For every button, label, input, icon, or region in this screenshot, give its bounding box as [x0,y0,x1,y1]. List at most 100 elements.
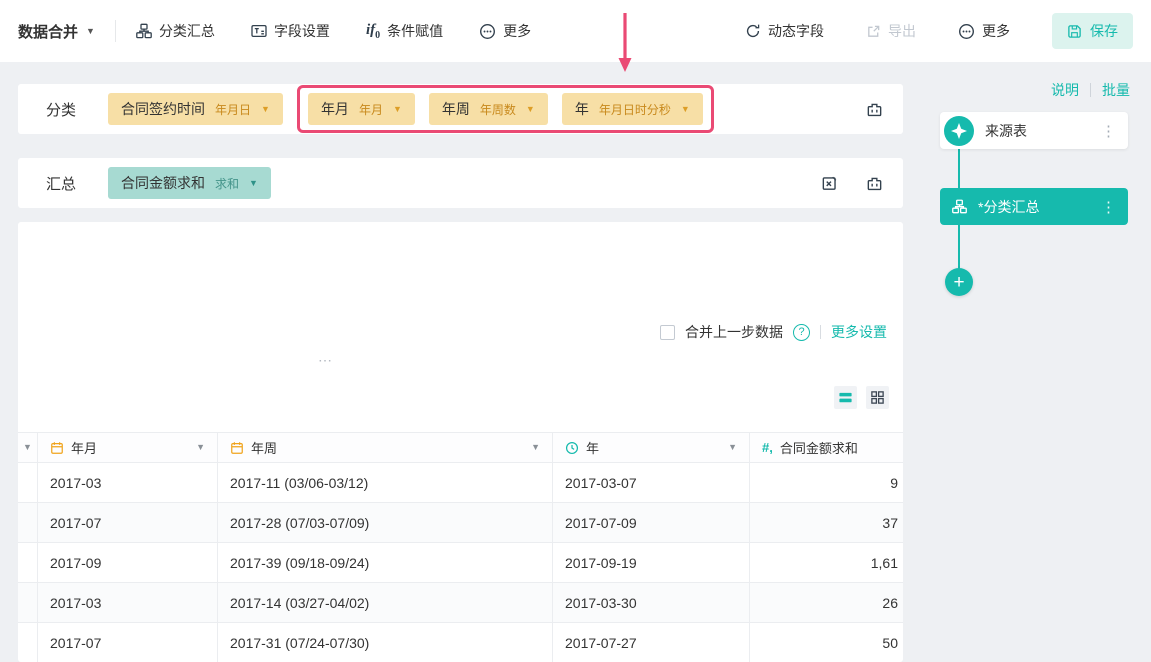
table-cell: 2017-07 [38,503,218,542]
table-cell: 2017-03 [38,463,218,502]
category-row-icons [866,101,889,118]
node-label: 来源表 [985,122,1027,139]
clock-icon [565,441,579,454]
toolbar-item-more-right[interactable]: 更多 [958,21,1010,41]
tag-name: 合同签约时间 [121,101,205,117]
clear-summary-icon[interactable] [866,175,883,192]
resize-handle-icon[interactable]: ⋯ [318,352,334,369]
field-tag-contract-amount-sum[interactable]: 合同金额求和 求和 ▼ [108,167,271,199]
table-cell [18,503,38,542]
table-cell: 2017-09 [38,543,218,582]
field-tag-year-week[interactable]: 年周 年周数 ▼ [428,93,548,125]
toolbar-item-label: 动态字段 [768,23,824,39]
data-merge-label: 数据合并 [18,23,79,41]
table-cell: 2017-31 (07/24-07/30) [218,623,553,662]
chevron-down-icon: ▼ [261,103,270,114]
category-panel: 分类 合同签约时间 年月日 ▼ 年月 年月 ▼ 年周 年周数 ▼ 年 年月日时分… [18,84,903,134]
field-tag-year-month[interactable]: 年月 年月 ▼ [307,93,415,125]
table-cell [18,583,38,622]
remove-aggregation-icon[interactable] [821,175,838,192]
tag-type: 年周数 [479,102,516,117]
source-table-icon [944,115,974,146]
grid-view-icon [871,391,884,404]
export-icon [868,25,880,37]
toolbar-item-label: 导出 [888,23,916,39]
summary-panel: 汇总 合同金额求和 求和 ▼ [18,158,903,208]
table-cell: 2017-14 (03/27-04/02) [218,583,553,622]
table-header-amount-sum[interactable]: #, 合同金额求和 [750,433,903,462]
table-cell: 2017-09-19 [553,543,750,582]
table-cell [18,543,38,582]
flow-node-category-summary[interactable]: *分类汇总 ⋮ [940,188,1128,225]
toolbar-item-field-settings[interactable]: 字段设置 [251,21,330,41]
help-icon[interactable]: ? [793,323,810,341]
table-header-truncated[interactable]: ▼ [18,433,38,462]
row-view-toggle[interactable] [834,386,857,409]
table-cell: 26 [882,594,898,611]
toolbar-item-category-summary[interactable]: 分类汇总 [136,21,215,41]
table-cell: 2017-03-07 [553,463,750,502]
table-header-row: ▼ 年月 ▼ 年周 ▼ 年 ▼ #, 合同金额求和 [18,433,903,463]
table-header-year-month[interactable]: 年月 ▼ [38,433,218,462]
table-cell: 2017-11 (03/06-03/12) [218,463,553,502]
table-cell: 2017-07-27 [553,623,750,662]
add-node-button[interactable]: + [945,268,973,296]
tag-type: 年月 [358,102,383,117]
dynamic-field-icon [746,24,760,38]
explanation-link[interactable]: 说明 [1051,80,1079,100]
tag-name: 年 [574,101,589,117]
table-header-year[interactable]: 年 ▼ [553,433,750,462]
field-tag-year[interactable]: 年 年月日时分秒 ▼ [561,93,703,125]
more-settings-link[interactable]: 更多设置 [831,322,887,342]
column-label: 年 [586,441,600,456]
flow-node-source-table[interactable]: 来源表 ⋮ [940,112,1128,149]
tag-type: 求和 [215,176,240,191]
table-cell: 2017-28 (07/03-07/09) [218,503,553,542]
column-label: 年周 [251,441,278,456]
conditional-assignment-icon: if0 [365,21,381,41]
clear-category-icon[interactable] [866,101,883,118]
toolbar-item-label: 字段设置 [273,23,330,39]
chevron-down-icon[interactable]: ▼ [196,443,205,452]
table-header-year-week[interactable]: 年周 ▼ [218,433,553,462]
kebab-menu-icon[interactable]: ⋮ [1101,198,1116,216]
toolbar-divider [114,20,116,42]
tag-name: 年周 [441,101,470,117]
divider [820,325,821,339]
table-cell: 1,61 [870,554,898,571]
field-tag-contract-sign-time[interactable]: 合同签约时间 年月日 ▼ [108,93,283,125]
category-tags: 合同签约时间 年月日 ▼ 年月 年月 ▼ 年周 年周数 ▼ 年 年月日时分秒 ▼ [108,85,866,133]
preview-table: ▼ 年月 ▼ 年周 ▼ 年 ▼ #, 合同金额求和 2017-03 2017-1… [18,432,903,662]
column-label: 合同金额求和 [779,441,858,456]
chevron-down-icon[interactable]: ▼ [728,443,737,452]
calendar-week-icon [231,441,243,454]
table-cell [18,463,38,502]
toolbar-item-more[interactable]: 更多 [479,21,531,41]
toolbar-item-label: 更多 [503,23,532,39]
table-row: 2017-07 2017-28 (07/03-07/09) 2017-07-09… [18,503,903,543]
data-merge-menu[interactable]: 数据合并 ▼ [18,21,95,42]
merge-previous-checkbox[interactable] [660,324,675,340]
sidebar-links: 说明 批量 [1051,80,1130,100]
table-cell: 2017-03 [38,583,218,622]
save-button[interactable]: 保存 [1052,13,1133,49]
chevron-down-icon[interactable]: ▼ [531,443,540,452]
more-icon [959,23,974,39]
divider [1090,83,1091,97]
toolbar: 数据合并 ▼ 分类汇总 字段设置 if0 条件赋值 更多 动态字段 导出 更多 … [0,0,1151,62]
node-label: *分类汇总 [978,198,1040,215]
kebab-menu-icon[interactable]: ⋮ [1101,122,1116,140]
toolbar-item-label: 条件赋值 [387,23,444,39]
tag-type: 年月日 [215,102,252,117]
table-row: 2017-09 2017-39 (09/18-09/24) 2017-09-19… [18,543,903,583]
grid-view-toggle[interactable] [866,386,889,409]
batch-link[interactable]: 批量 [1102,80,1130,100]
annotation-highlight-box: 年月 年月 ▼ 年周 年周数 ▼ 年 年月日时分秒 ▼ [296,85,714,133]
toolbar-item-dynamic-field[interactable]: 动态字段 [745,21,824,41]
tag-name: 年月 [320,101,349,117]
toolbar-item-conditional-assignment[interactable]: if0 条件赋值 [366,21,443,41]
table-cell: 2017-39 (09/18-09/24) [218,543,553,582]
chevron-down-icon[interactable]: ▼ [23,443,32,452]
row-view-icon [839,392,852,403]
toolbar-item-export[interactable]: 导出 [866,21,916,41]
